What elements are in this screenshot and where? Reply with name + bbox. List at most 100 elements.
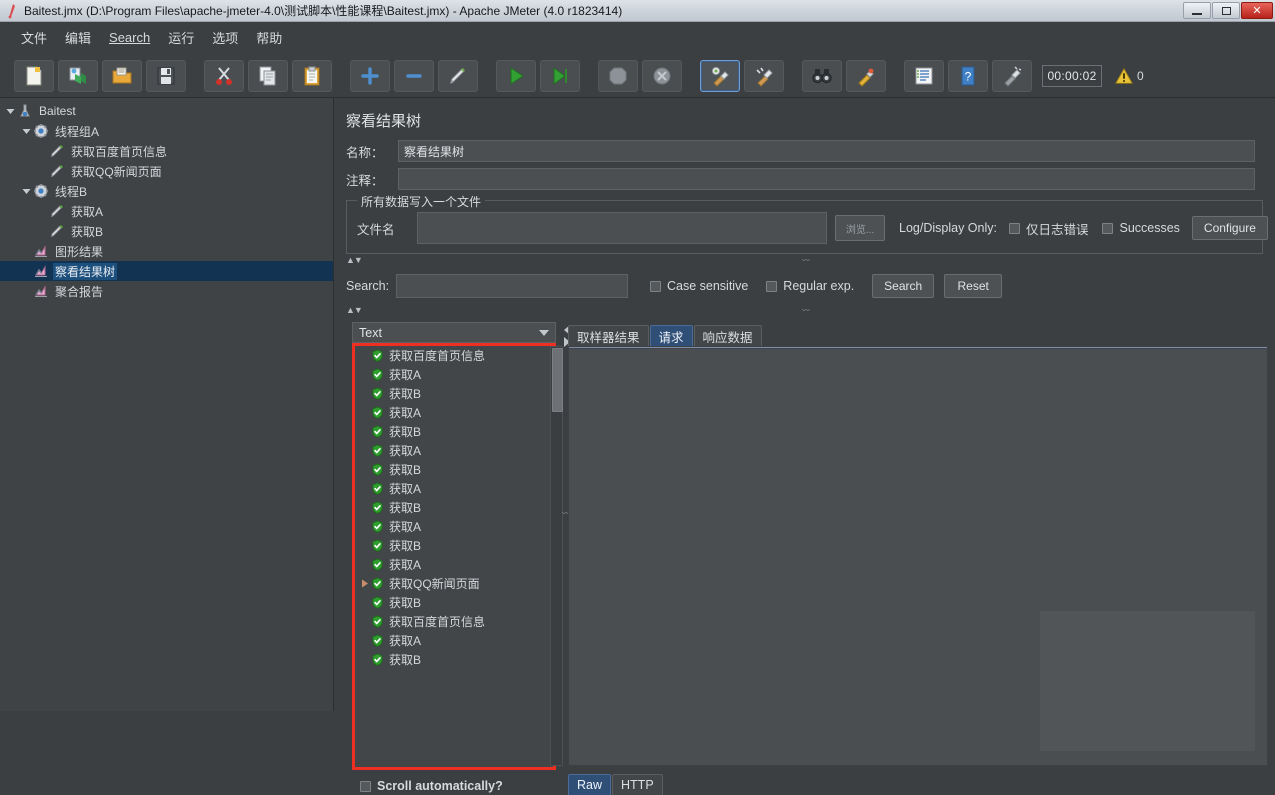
expand-arrow-icon[interactable] xyxy=(361,579,371,588)
result-item[interactable]: 获取A xyxy=(355,441,553,460)
expand-button[interactable] xyxy=(350,59,390,92)
configure-button[interactable]: Configure xyxy=(1191,216,1268,240)
search-input[interactable] xyxy=(396,274,628,298)
result-item[interactable]: 获取B xyxy=(355,460,553,479)
successes-checkbox[interactable]: Successes xyxy=(1102,221,1180,235)
sash-bottom[interactable]: ▲▼ xyxy=(346,304,363,316)
result-item[interactable]: 获取A xyxy=(355,365,553,384)
open-button[interactable] xyxy=(102,59,142,92)
collapse-button[interactable] xyxy=(394,59,434,92)
elapsed-timer: 00:00:02 xyxy=(1042,64,1102,87)
start-button[interactable] xyxy=(496,59,536,92)
clear-all-button[interactable] xyxy=(744,59,784,92)
copy-button[interactable] xyxy=(248,59,288,92)
result-item[interactable]: 获取B xyxy=(355,536,553,555)
function-helper-button[interactable] xyxy=(904,59,944,92)
result-item-label: 获取A xyxy=(389,406,422,420)
detail-subtabs[interactable]: Raw HTTP xyxy=(568,774,663,795)
success-shield-icon xyxy=(372,501,383,514)
name-input[interactable]: 察看结果树 xyxy=(398,140,1255,162)
tree-node-5[interactable]: 获取A xyxy=(0,201,333,221)
reset-button[interactable]: Reset xyxy=(944,274,1003,298)
maximize-button[interactable] xyxy=(1212,2,1240,19)
result-item[interactable]: 获取百度首页信息 xyxy=(355,612,553,631)
filename-input[interactable] xyxy=(417,212,827,244)
tree-node-6[interactable]: 获取B xyxy=(0,221,333,241)
search-button[interactable] xyxy=(802,59,842,92)
test-plan-tree[interactable]: Baitest 线程组A 获取百度首页信息 获取QQ新闻页面 线程B 获取A 获取B 图形结果… xyxy=(0,98,333,301)
clear-gui-button[interactable] xyxy=(992,59,1032,92)
sash-bottom-grip[interactable]: 〰 xyxy=(802,305,810,316)
chevron-down-icon[interactable] xyxy=(20,185,33,198)
http-sampler-icon xyxy=(51,145,63,157)
tree-node-1[interactable]: 线程组A xyxy=(0,121,333,141)
menu-run[interactable]: 运行 xyxy=(159,25,203,50)
search-submit-button[interactable]: Search xyxy=(872,274,935,298)
errors-only-checkbox[interactable]: 仅日志错误 xyxy=(1008,219,1088,238)
detail-tab-0[interactable]: 取样器结果 xyxy=(568,325,649,346)
results-scrollbar-thumb[interactable] xyxy=(552,348,563,412)
paste-button[interactable] xyxy=(292,59,332,92)
comment-input[interactable] xyxy=(398,168,1255,190)
scroll-automatically-checkbox[interactable]: Scroll automatically? xyxy=(360,779,503,793)
close-button[interactable]: ✕ xyxy=(1241,2,1273,19)
cut-button[interactable] xyxy=(204,59,244,92)
shutdown-button[interactable] xyxy=(642,59,682,92)
result-item[interactable]: 获取A xyxy=(355,555,553,574)
tree-node-8[interactable]: 察看结果树 xyxy=(0,261,333,281)
reset-search-button[interactable] xyxy=(846,59,886,92)
result-item[interactable]: 获取B xyxy=(355,384,553,403)
clear-all-broom-icon xyxy=(756,67,773,87)
warning-triangle-icon xyxy=(1115,67,1133,84)
menu-edit[interactable]: 编辑 xyxy=(56,25,100,50)
scissors-icon xyxy=(216,66,232,85)
new-button[interactable] xyxy=(14,59,54,92)
help-button[interactable]: ? xyxy=(948,59,988,92)
chevron-down-icon[interactable] xyxy=(20,125,33,138)
result-item[interactable]: 获取B xyxy=(355,593,553,612)
result-item[interactable]: 获取B xyxy=(355,498,553,517)
tree-node-0[interactable]: Baitest xyxy=(0,101,333,121)
result-item[interactable]: 获取QQ新闻页面 xyxy=(355,574,553,593)
tree-node-3[interactable]: 获取QQ新闻页面 xyxy=(0,161,333,181)
menu-file[interactable]: 文件 xyxy=(12,25,56,50)
menu-help[interactable]: 帮助 xyxy=(247,25,291,50)
result-item[interactable]: 获取B xyxy=(355,422,553,441)
result-item[interactable]: 获取A xyxy=(355,517,553,536)
result-item[interactable]: 获取A xyxy=(355,631,553,650)
case-sensitive-checkbox[interactable]: Case sensitive xyxy=(650,279,748,293)
toggle-button[interactable] xyxy=(438,59,478,92)
render-type-select[interactable]: Text xyxy=(352,322,556,343)
detail-tab-2[interactable]: 响应数据 xyxy=(693,325,762,346)
chevron-down-icon[interactable] xyxy=(4,105,17,118)
start-no-pauses-button[interactable] xyxy=(540,59,580,92)
sash-bottom-arrows: ▲▼ xyxy=(346,304,363,315)
warning-indicator[interactable]: 0 xyxy=(1114,66,1144,86)
detail-tabs[interactable]: 取样器结果 请求 响应数据 xyxy=(568,325,762,346)
result-item[interactable]: 获取A xyxy=(355,403,553,422)
sash-top-grip[interactable]: 〰 xyxy=(802,255,810,266)
tree-node-7[interactable]: 图形结果 xyxy=(0,241,333,261)
menu-search[interactable]: Search xyxy=(100,27,159,48)
regular-exp-checkbox[interactable]: Regular exp. xyxy=(766,279,854,293)
clear-button[interactable] xyxy=(700,59,740,92)
tree-node-4[interactable]: 线程B xyxy=(0,181,333,201)
sash-top[interactable]: ▲▼ xyxy=(346,254,363,266)
minimize-button[interactable] xyxy=(1183,2,1211,19)
detail-subtab-1[interactable]: HTTP xyxy=(612,774,663,795)
save-button[interactable] xyxy=(146,59,186,92)
result-item[interactable]: 获取B xyxy=(355,650,553,669)
detail-tab-1[interactable]: 请求 xyxy=(649,325,693,346)
menu-options[interactable]: 选项 xyxy=(203,25,247,50)
tree-node-2[interactable]: 获取百度首页信息 xyxy=(0,141,333,161)
tree-node-9[interactable]: 聚合报告 xyxy=(0,281,333,301)
templates-button[interactable] xyxy=(58,59,98,92)
results-list[interactable]: 获取百度首页信息 获取A 获取B 获取A 获取B 获取A 获取B 获取A 获取B 获取A 获取B 获取… xyxy=(352,343,556,770)
results-scrollbar[interactable] xyxy=(550,346,563,766)
browse-button[interactable]: 浏览... xyxy=(835,215,885,241)
result-item[interactable]: 获取A xyxy=(355,479,553,498)
stop-button[interactable] xyxy=(598,59,638,92)
detail-subtab-0[interactable]: Raw xyxy=(568,774,612,795)
result-item[interactable]: 获取百度首页信息 xyxy=(355,346,553,365)
